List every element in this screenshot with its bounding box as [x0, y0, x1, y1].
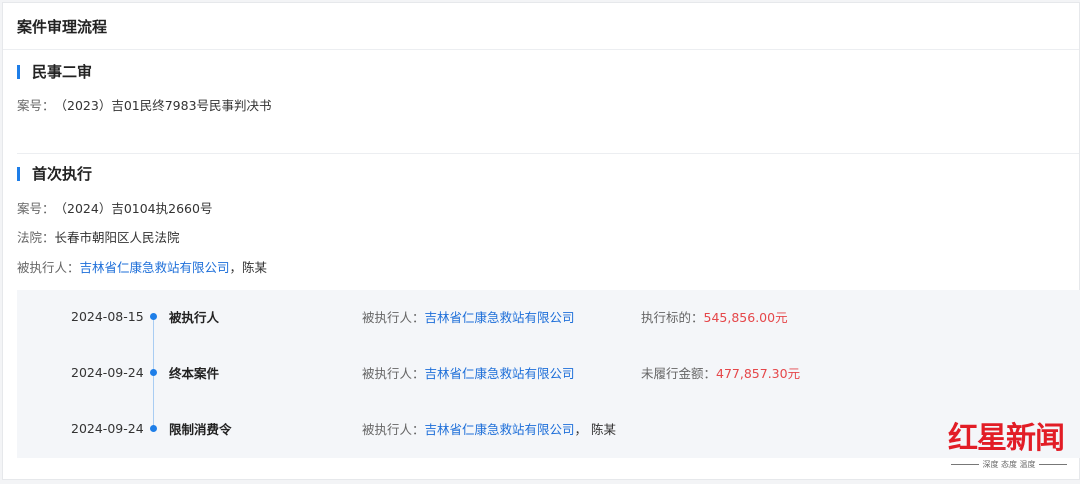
- timeline-amount-value: 545,856.00元: [703, 309, 788, 325]
- case-number-value: （2024）吉0104执2660号: [54, 201, 213, 216]
- timeline-party-label: 被执行人：: [362, 309, 425, 325]
- civil-case-number-row: 案号： （2023）吉01民终7983号民事判决书: [17, 95, 272, 114]
- slogan-rule: [1038, 464, 1067, 465]
- watermark-name: 红星新闻: [948, 421, 1065, 456]
- section-marker: [17, 166, 20, 181]
- timeline-item: 2024-08-15 被执行人 被执行人：吉林省仁康急救站有限公司 执行标的：5…: [17, 306, 1080, 326]
- section-marker: [17, 64, 20, 79]
- timeline-amount: 执行标的：545,856.00元: [641, 307, 788, 326]
- news-watermark-logo: 红星新闻 深度 态度 温度: [948, 421, 1076, 479]
- section-title-civil-second: 民事二审: [32, 63, 93, 81]
- section-civil-second: 民事二审: [17, 61, 92, 82]
- timeline-amount-value: 477,857.30元: [716, 365, 801, 381]
- timeline-party: 被执行人：吉林省仁康急救站有限公司: [362, 307, 575, 326]
- timeline-date: 2024-08-15: [71, 308, 144, 324]
- case-process-panel: 案件审理流程 民事二审 案号： （2023）吉01民终7983号民事判决书 首次…: [2, 2, 1080, 480]
- section-divider: [17, 153, 1079, 154]
- timeline-dot: [150, 424, 157, 432]
- timeline-party: 被执行人：吉林省仁康急救站有限公司: [362, 363, 575, 382]
- timeline-event-type: 限制消费令: [169, 421, 232, 437]
- slogan-rule: [951, 464, 980, 465]
- timeline-party-company-link[interactable]: 吉林省仁康急救站有限公司: [425, 422, 575, 437]
- timeline-party-label: 被执行人：: [362, 365, 425, 381]
- executed-party-company-link[interactable]: 吉林省仁康急救站有限公司: [80, 257, 230, 276]
- section-first-execution: 首次执行: [17, 163, 92, 184]
- timeline-item: 2024-09-24 限制消费令 被执行人：吉林省仁康急救站有限公司， 陈某: [17, 418, 1080, 438]
- timeline-item: 2024-09-24 终本案件 被执行人：吉林省仁康急救站有限公司 未履行金额：…: [17, 362, 1080, 382]
- timeline-event-type: 终本案件: [169, 365, 220, 381]
- timeline-party-label: 被执行人：: [362, 421, 425, 437]
- timeline-amount-label: 未履行金额：: [641, 365, 717, 381]
- timeline-dot: [150, 368, 157, 376]
- timeline-party-company-link[interactable]: 吉林省仁康急救站有限公司: [425, 366, 575, 381]
- timeline-party-extra: ， 陈某: [574, 421, 617, 437]
- timeline-event-type: 被执行人: [169, 309, 220, 325]
- timeline-amount-label: 执行标的：: [641, 309, 704, 325]
- timeline-party-company-link[interactable]: 吉林省仁康急救站有限公司: [425, 310, 575, 325]
- timeline-date: 2024-09-24: [71, 420, 144, 436]
- timeline-date: 2024-09-24: [71, 364, 144, 380]
- court-row: 法院： 长春市朝阳区人民法院: [17, 227, 180, 246]
- case-number-value: （2023）吉01民终7983号民事判决书: [54, 98, 272, 113]
- party-separator: ，: [229, 260, 243, 275]
- case-number-label: 案号：: [17, 201, 55, 216]
- executed-party-label: 被执行人：: [17, 260, 80, 275]
- panel-title: 案件审理流程: [3, 3, 1079, 50]
- case-number-label: 案号：: [17, 98, 55, 113]
- execution-timeline: 2024-08-15 被执行人 被执行人：吉林省仁康急救站有限公司 执行标的：5…: [17, 290, 1080, 458]
- executed-party-person: 陈某: [242, 260, 268, 275]
- timeline-dot: [150, 312, 157, 320]
- court-value: 长春市朝阳区人民法院: [54, 230, 180, 245]
- watermark-slogan: 深度 态度 温度: [982, 460, 1036, 469]
- executed-party-row: 被执行人： 吉林省仁康急救站有限公司 ， 陈某: [17, 257, 267, 276]
- watermark-slogan-row: 深度 态度 温度: [948, 459, 1070, 470]
- section-title-first-execution: 首次执行: [32, 165, 93, 183]
- timeline-party: 被执行人：吉林省仁康急救站有限公司， 陈某: [362, 419, 616, 438]
- exec-case-number-row: 案号： （2024）吉0104执2660号: [17, 198, 212, 217]
- timeline-amount: 未履行金额：477,857.30元: [641, 363, 800, 382]
- court-label: 法院：: [17, 230, 55, 245]
